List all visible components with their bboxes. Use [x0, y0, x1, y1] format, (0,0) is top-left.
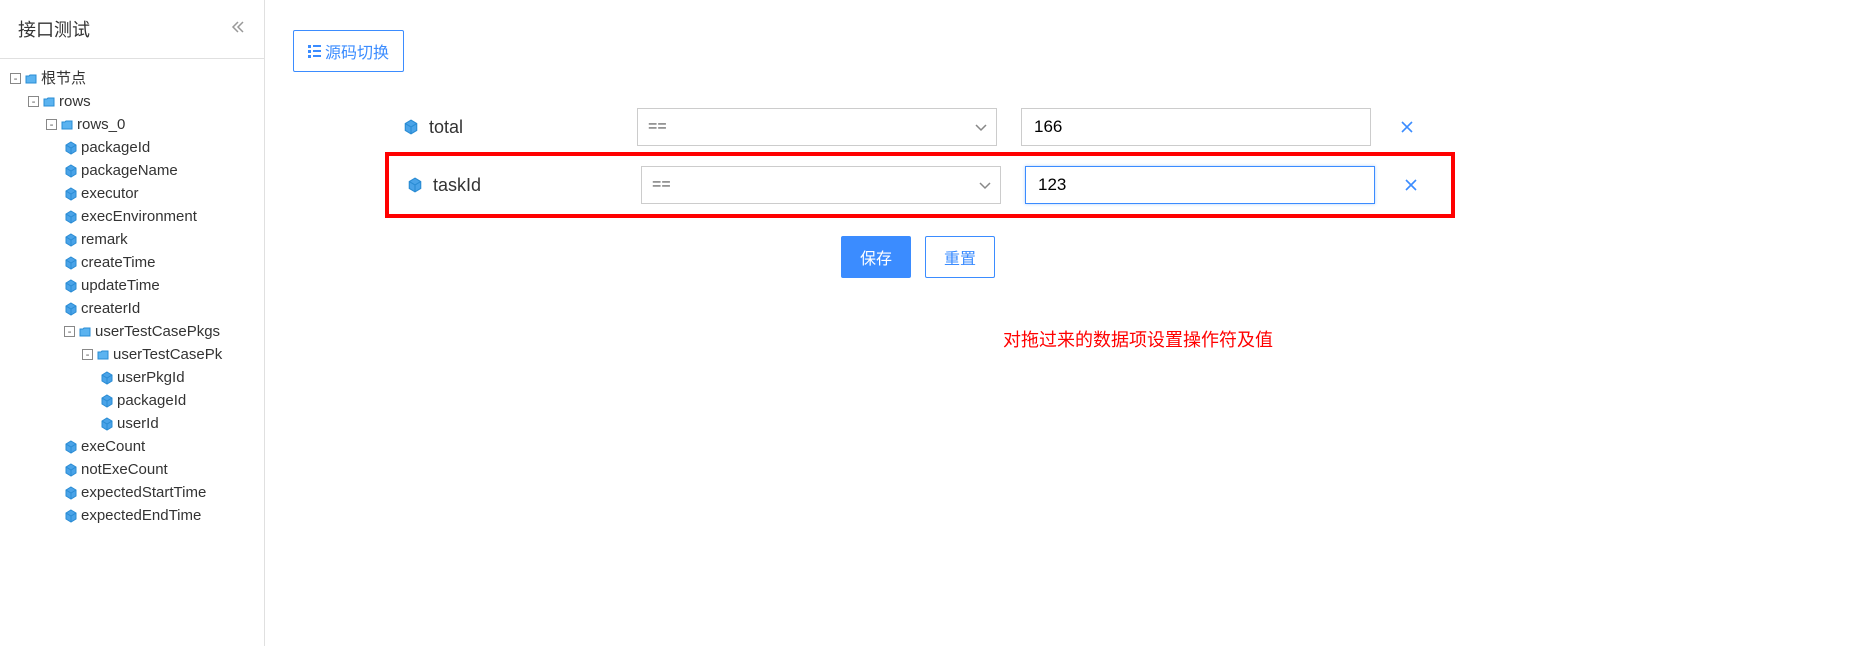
- tree-label: executor: [81, 182, 139, 205]
- tree-label: 根节点: [41, 67, 86, 90]
- minus-icon[interactable]: -: [28, 96, 39, 107]
- main-panel: 源码切换 total taskId: [265, 0, 1872, 646]
- tree-label: createTime: [81, 251, 155, 274]
- list-icon: [308, 45, 321, 58]
- save-button[interactable]: 保存: [841, 236, 911, 278]
- cube-icon: [64, 486, 78, 500]
- rule-field-text: total: [429, 117, 463, 138]
- tree-node-exeCount[interactable]: exeCount: [4, 435, 260, 458]
- cube-icon: [403, 119, 419, 135]
- tree-label: exeCount: [81, 435, 145, 458]
- minus-icon[interactable]: -: [64, 326, 75, 337]
- folder-icon: [96, 348, 110, 362]
- rule-field-text: taskId: [433, 175, 481, 196]
- cube-icon: [64, 256, 78, 270]
- cube-icon: [64, 233, 78, 247]
- folder-icon: [24, 72, 38, 86]
- rule-field-label: taskId: [407, 175, 617, 196]
- tree-node-expectedEndTime[interactable]: expectedEndTime: [4, 504, 260, 527]
- operator-select[interactable]: [641, 166, 1001, 204]
- tree-label: userPkgId: [117, 366, 185, 389]
- tree-label: packageId: [117, 389, 186, 412]
- tree-node-packageName[interactable]: packageName: [4, 159, 260, 182]
- cube-icon: [64, 279, 78, 293]
- tree-label: userTestCasePk: [113, 343, 222, 366]
- cube-icon: [64, 187, 78, 201]
- cube-icon: [64, 141, 78, 155]
- tree-node-remark[interactable]: remark: [4, 228, 260, 251]
- cube-icon: [64, 463, 78, 477]
- tree-node-rows0[interactable]: - rows_0: [4, 113, 260, 136]
- remove-rule-button[interactable]: [1399, 175, 1423, 196]
- tree-label: notExeCount: [81, 458, 168, 481]
- tree-node-execEnvironment[interactable]: execEnvironment: [4, 205, 260, 228]
- sidebar-title: 接口测试: [18, 16, 90, 42]
- tree-label: packageName: [81, 159, 178, 182]
- cube-icon: [100, 371, 114, 385]
- operator-select[interactable]: [637, 108, 997, 146]
- minus-icon[interactable]: -: [82, 349, 93, 360]
- close-icon: [1405, 179, 1417, 191]
- tree-label: rows: [59, 90, 91, 113]
- tree-label: packageId: [81, 136, 150, 159]
- cube-icon: [64, 440, 78, 454]
- tree-node-executor[interactable]: executor: [4, 182, 260, 205]
- cube-icon: [64, 509, 78, 523]
- tree-label: expectedEndTime: [81, 504, 201, 527]
- tree-node-root[interactable]: - 根节点: [4, 67, 260, 90]
- cube-icon: [64, 210, 78, 224]
- reset-button[interactable]: 重置: [925, 236, 995, 278]
- tree-node-packageId2[interactable]: packageId: [4, 389, 260, 412]
- rules-area: total taskId: [403, 102, 1844, 218]
- cube-icon: [100, 394, 114, 408]
- cube-icon: [100, 417, 114, 431]
- tree-label: updateTime: [81, 274, 160, 297]
- tree-node-notExeCount[interactable]: notExeCount: [4, 458, 260, 481]
- close-icon: [1401, 121, 1413, 133]
- remove-rule-button[interactable]: [1395, 117, 1419, 138]
- sidebar: 接口测试 - 根节点 - rows - rows_0 packageId pac…: [0, 0, 265, 646]
- value-input[interactable]: [1025, 166, 1375, 204]
- tree-node-userId[interactable]: userId: [4, 412, 260, 435]
- action-buttons: 保存 重置: [841, 236, 1844, 278]
- cube-icon: [407, 177, 423, 193]
- annotation-text: 对拖过来的数据项设置操作符及值: [1003, 326, 1844, 352]
- minus-icon[interactable]: -: [46, 119, 57, 130]
- folder-icon: [78, 325, 92, 339]
- rule-row: total: [403, 102, 1844, 152]
- cube-icon: [64, 164, 78, 178]
- source-toggle-label: 源码切换: [325, 39, 389, 63]
- sidebar-header: 接口测试: [0, 0, 264, 59]
- highlight-annotation: taskId: [385, 152, 1455, 218]
- tree-node-expectedStartTime[interactable]: expectedStartTime: [4, 481, 260, 504]
- tree-label: createrId: [81, 297, 140, 320]
- cube-icon: [64, 302, 78, 316]
- rule-row: taskId: [389, 160, 1441, 210]
- tree-label: rows_0: [77, 113, 125, 136]
- tree-node-rows[interactable]: - rows: [4, 90, 260, 113]
- tree-node-createTime[interactable]: createTime: [4, 251, 260, 274]
- rule-field-label: total: [403, 117, 613, 138]
- tree-node-packageId[interactable]: packageId: [4, 136, 260, 159]
- collapse-icon[interactable]: [230, 20, 246, 39]
- tree-label: userTestCasePkgs: [95, 320, 220, 343]
- tree-label: userId: [117, 412, 159, 435]
- tree: - 根节点 - rows - rows_0 packageId packageN…: [0, 59, 264, 535]
- folder-icon: [42, 95, 56, 109]
- tree-label: execEnvironment: [81, 205, 197, 228]
- tree-node-updateTime[interactable]: updateTime: [4, 274, 260, 297]
- folder-icon: [60, 118, 74, 132]
- tree-node-userTestCasePk[interactable]: - userTestCasePk: [4, 343, 260, 366]
- tree-label: expectedStartTime: [81, 481, 206, 504]
- value-input[interactable]: [1021, 108, 1371, 146]
- minus-icon[interactable]: -: [10, 73, 21, 84]
- tree-label: remark: [81, 228, 128, 251]
- tree-node-userTestCasePkgs[interactable]: - userTestCasePkgs: [4, 320, 260, 343]
- tree-node-userPkgId[interactable]: userPkgId: [4, 366, 260, 389]
- source-toggle-button[interactable]: 源码切换: [293, 30, 404, 72]
- tree-node-createrId[interactable]: createrId: [4, 297, 260, 320]
